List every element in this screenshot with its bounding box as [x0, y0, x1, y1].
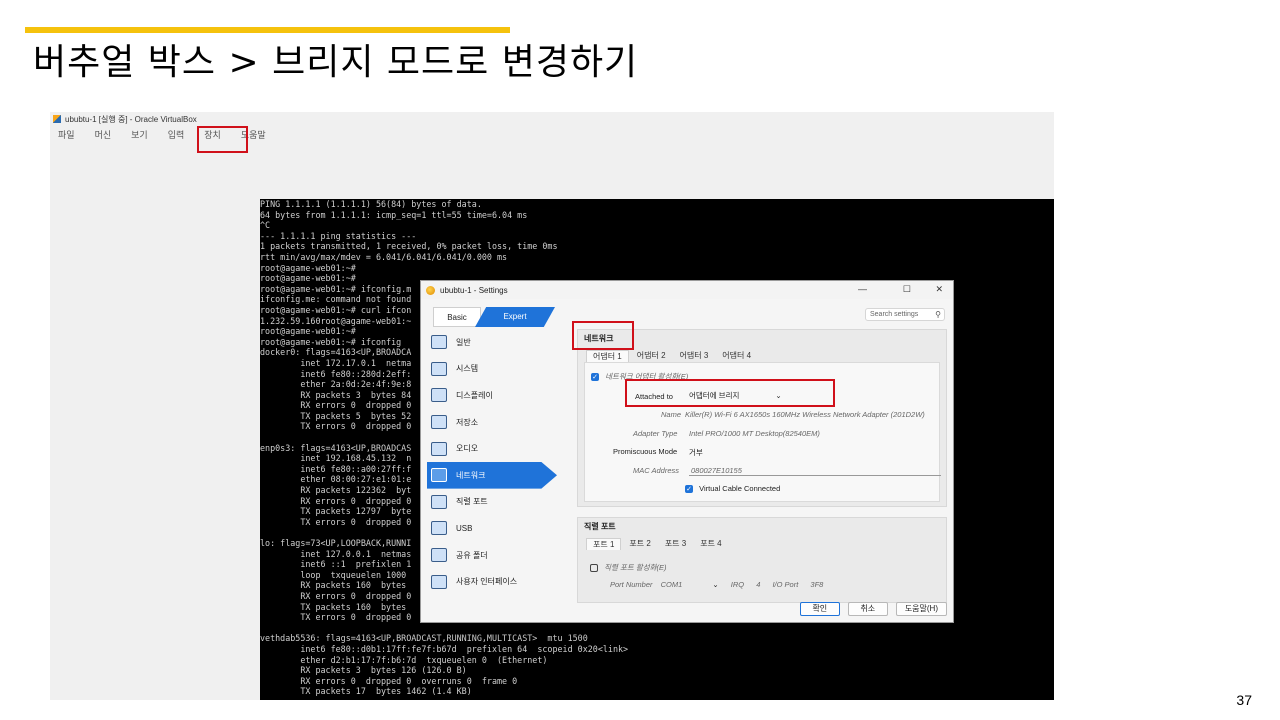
page-number: 37 — [1236, 692, 1252, 708]
tab-port-3[interactable]: 포트 3 — [659, 538, 692, 550]
menu-machine[interactable]: 머신 — [95, 128, 112, 141]
nav-item-label: 저장소 — [456, 417, 479, 427]
mac-address-label: MAC Address — [633, 466, 679, 475]
menu-file[interactable]: 파일 — [58, 128, 75, 141]
search-settings-input[interactable]: Search settings ⚲ — [865, 308, 945, 321]
mode-tabs: Basic Expert — [433, 307, 555, 327]
name-select[interactable]: Killer(R) Wi-Fi 6 AX1650s 160MHz Wireles… — [685, 410, 925, 419]
adapter-type-label: Adapter Type — [633, 429, 678, 438]
serial-port-icon — [431, 494, 447, 509]
settings-dialog: ububtu-1 - Settings — ☐ ✕ Basic Expert S… — [420, 280, 954, 623]
nav-item-label: 직렬 포트 — [456, 497, 488, 507]
nav-item-label: 오디오 — [456, 444, 479, 454]
nav-item-label: 시스템 — [456, 364, 479, 374]
nav-item-display[interactable]: 디스플레이 — [427, 382, 557, 409]
cancel-button[interactable]: 취소 — [847, 602, 888, 616]
enable-serial-label: 직렬 포트 활성화(E) — [604, 563, 667, 572]
maximize-button[interactable]: ☐ — [903, 284, 911, 295]
settings-title: ububtu-1 - Settings — [440, 285, 508, 295]
nav-item-usb[interactable]: USB — [427, 515, 557, 542]
tab-expert[interactable]: Expert — [475, 307, 555, 327]
help-button[interactable]: 도움말(H) — [895, 602, 947, 616]
highlight-attached-to — [625, 379, 835, 407]
close-button[interactable]: ✕ — [935, 284, 943, 295]
nav-item-label: 디스플레이 — [456, 390, 493, 400]
cable-connected-label: Virtual Cable Connected — [699, 484, 781, 493]
tab-adapter-1[interactable]: 어댑터 1 — [586, 350, 629, 362]
settings-nav: 일반시스템디스플레이저장소오디오네트워크직렬 포트 USB 공유 폴더사용자 인터페… — [427, 329, 557, 595]
serial-port-tabs: 포트 1 포트 2 포트 3 포트 4 — [586, 538, 730, 550]
nav-item-label: USB — [456, 523, 473, 533]
minimize-button[interactable]: — — [858, 284, 867, 294]
highlight-network-title — [572, 321, 634, 350]
usb-icon — [431, 521, 447, 536]
audio-icon — [431, 441, 447, 456]
user-interface-icon — [431, 574, 447, 589]
mac-field-underline — [689, 465, 941, 476]
nav-item-serial-port[interactable]: 직렬 포트 — [427, 489, 557, 516]
storage-icon — [431, 415, 447, 430]
virtualbox-logo-icon — [53, 115, 61, 123]
vbox-titlebar: ububtu-1 [실행 중] - Oracle VirtualBox — [50, 112, 1054, 126]
nav-item-label: 네트워크 — [456, 470, 486, 480]
virtualbox-settings-icon — [426, 285, 435, 295]
port-number-select[interactable]: COM1 — [661, 580, 683, 589]
adapter-type-select[interactable]: Intel PRO/1000 MT Desktop(82540EM) — [689, 429, 820, 438]
cable-connected-checkbox[interactable]: ✓ — [685, 485, 693, 494]
nav-item-label: 사용자 인터페이스 — [456, 577, 518, 587]
nav-item-user-interface[interactable]: 사용자 인터페이스 — [427, 568, 557, 595]
network-panel: 네트워크 어댑터 1 어댑터 2 어댑터 3 어댑터 4 ✓ 네트워크 어댑터 … — [577, 329, 947, 507]
shared-folder-icon — [431, 548, 447, 563]
tab-port-2[interactable]: 포트 2 — [623, 538, 656, 550]
search-placeholder: Search settings — [870, 311, 919, 318]
nav-item-audio[interactable]: 오디오 — [427, 435, 557, 462]
promiscuous-label: Promiscuous Mode — [613, 447, 678, 456]
serial-section-title: 직렬 포트 — [584, 522, 616, 531]
name-label: Name — [661, 410, 682, 419]
tab-port-4[interactable]: 포트 4 — [694, 538, 727, 550]
nav-item-system[interactable]: 시스템 — [427, 356, 557, 383]
display-icon — [431, 388, 447, 403]
irq-label: IRQ — [730, 580, 745, 589]
nav-item-network[interactable]: 네트워크 — [427, 461, 557, 489]
highlight-devices-menu — [197, 126, 248, 153]
io-port-input[interactable]: 3F8 — [810, 580, 823, 589]
tab-basic[interactable]: Basic — [433, 307, 481, 327]
network-icon — [431, 468, 447, 483]
vbox-window-title: ububtu-1 [실행 중] - Oracle VirtualBox — [65, 114, 197, 124]
io-port-label: I/O Port — [772, 580, 799, 589]
menu-input[interactable]: 입력 — [168, 128, 185, 141]
dialog-buttons: 확인 취소 도움말(H) — [792, 602, 947, 616]
port-number-label: Port Number — [610, 580, 653, 589]
nav-item-label: 일반 — [456, 337, 471, 347]
system-icon — [431, 361, 447, 376]
serial-panel: 직렬 포트 포트 1 포트 2 포트 3 포트 4 직렬 포트 활성화(E) P… — [577, 517, 947, 603]
tab-port-1[interactable]: 포트 1 — [586, 538, 622, 550]
tab-adapter-4[interactable]: 어댑터 4 — [716, 350, 757, 362]
nav-item-general[interactable]: 일반 — [427, 329, 557, 356]
menu-view[interactable]: 보기 — [131, 128, 148, 141]
nav-item-label: 공유 폴더 — [456, 550, 488, 560]
nav-item-storage[interactable]: 저장소 — [427, 409, 557, 436]
adapter-tabs: 어댑터 1 어댑터 2 어댑터 3 어댑터 4 — [586, 350, 759, 362]
enable-serial-checkbox[interactable] — [590, 564, 598, 573]
enable-adapter-checkbox[interactable]: ✓ — [591, 373, 599, 382]
tab-adapter-3[interactable]: 어댑터 3 — [674, 350, 715, 362]
general-icon — [431, 335, 447, 350]
title-accent-bar — [25, 27, 510, 33]
chevron-down-icon: ⌄ — [712, 580, 719, 589]
ok-button[interactable]: 확인 — [799, 602, 840, 616]
tab-adapter-2[interactable]: 어댑터 2 — [631, 350, 672, 362]
settings-titlebar: ububtu-1 - Settings — [421, 281, 953, 299]
slide-title: 버추얼 박스 > 브리지 모드로 변경하기 — [33, 42, 639, 83]
search-icon: ⚲ — [935, 310, 941, 319]
irq-input[interactable]: 4 — [756, 580, 760, 589]
promiscuous-select[interactable]: 거부 — [689, 448, 703, 457]
nav-item-shared-folder[interactable]: 공유 폴더 — [427, 542, 557, 569]
